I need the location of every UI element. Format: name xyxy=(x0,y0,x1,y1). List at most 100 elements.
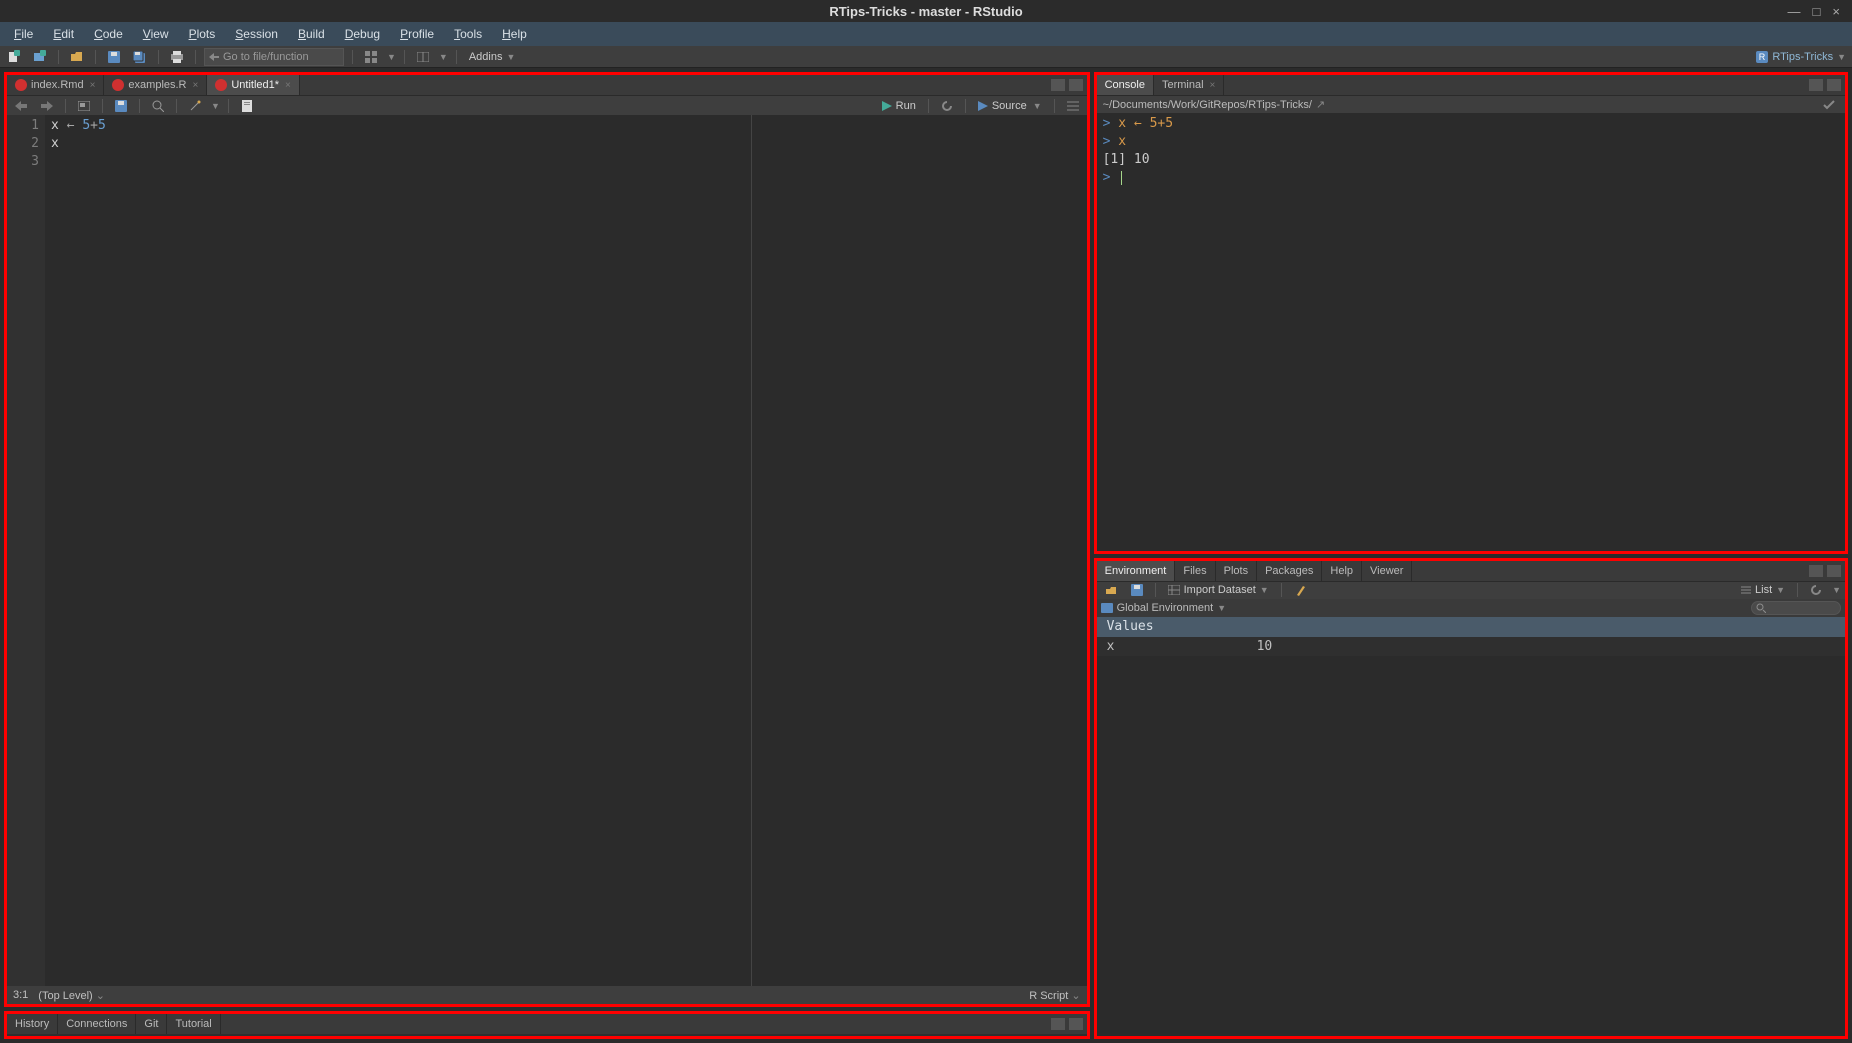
r-file-icon xyxy=(215,79,227,91)
environment-tabs: EnvironmentFilesPlotsPackagesHelpViewer xyxy=(1097,561,1845,581)
tab-viewer[interactable]: Viewer xyxy=(1362,561,1412,581)
panes-icon[interactable] xyxy=(413,48,433,66)
cursor-position: 3:1 xyxy=(13,989,28,1001)
close-tab-icon[interactable]: × xyxy=(285,80,291,91)
rerun-icon[interactable] xyxy=(937,97,957,115)
popout-icon[interactable]: ↗ xyxy=(1316,98,1325,111)
working-directory[interactable]: ~/Documents/Work/GitRepos/RTips-Tricks/ xyxy=(1103,99,1312,111)
separator xyxy=(404,50,405,64)
grid-icon[interactable] xyxy=(361,48,381,66)
clear-icon[interactable] xyxy=(1290,581,1310,599)
menu-session[interactable]: Session xyxy=(227,25,286,43)
menu-code[interactable]: Code xyxy=(86,25,131,43)
minimize-icon[interactable]: — xyxy=(1788,4,1801,19)
menu-build[interactable]: Build xyxy=(290,25,333,43)
load-icon[interactable] xyxy=(1101,581,1121,599)
tab-files[interactable]: Files xyxy=(1175,561,1215,581)
source-tab[interactable]: index.Rmd × xyxy=(7,75,104,95)
wand-icon[interactable] xyxy=(185,97,205,115)
arrow-icon xyxy=(209,52,219,62)
addins-menu[interactable]: Addins ▼ xyxy=(465,51,520,63)
close-tab-icon[interactable]: × xyxy=(90,80,96,91)
outline-icon[interactable] xyxy=(1063,97,1083,115)
menu-tools[interactable]: Tools xyxy=(446,25,490,43)
menu-file[interactable]: File xyxy=(6,25,41,43)
environment-list: x10 xyxy=(1097,637,1845,1037)
goto-file-search[interactable]: Go to file/function xyxy=(204,48,344,66)
project-icon: R xyxy=(1756,51,1768,63)
goto-placeholder: Go to file/function xyxy=(223,51,309,63)
source-toolbar: ▼ Run Source▼ xyxy=(7,95,1087,115)
print-icon[interactable] xyxy=(167,48,187,66)
show-in-new-window-icon[interactable] xyxy=(74,97,94,115)
maximize-pane-icon[interactable] xyxy=(1827,565,1841,577)
window-titlebar: RTips-Tricks - master - RStudio — □ × xyxy=(0,0,1852,22)
forward-icon[interactable] xyxy=(37,97,57,115)
separator xyxy=(158,50,159,64)
margin-line xyxy=(751,115,752,986)
environment-search[interactable] xyxy=(1751,601,1841,615)
back-icon[interactable] xyxy=(11,97,31,115)
new-project-icon[interactable] xyxy=(30,48,50,66)
separator xyxy=(456,50,457,64)
menu-help[interactable]: Help xyxy=(494,25,535,43)
source-tab[interactable]: Untitled1*× xyxy=(207,75,300,95)
scope-label[interactable]: (Top Level) ⌄ xyxy=(38,989,105,1002)
maximize-icon[interactable]: □ xyxy=(1813,4,1821,19)
environment-scope[interactable]: Global Environment ▼ xyxy=(1097,599,1845,617)
source-tab[interactable]: examples.R× xyxy=(104,75,207,95)
console[interactable]: > x ← 5+5> x[1] 10> xyxy=(1097,113,1845,551)
minimize-pane-icon[interactable] xyxy=(1809,79,1823,91)
list-view-button[interactable]: List▼ xyxy=(1737,584,1789,596)
console-tab-console[interactable]: Console xyxy=(1097,75,1154,95)
file-type-label[interactable]: R Script ⌄ xyxy=(1029,989,1080,1002)
tab-git[interactable]: Git xyxy=(136,1014,167,1034)
menu-profile[interactable]: Profile xyxy=(392,25,442,43)
save-icon[interactable] xyxy=(104,48,124,66)
maximize-pane-icon[interactable] xyxy=(1827,79,1841,91)
new-file-icon[interactable] xyxy=(4,48,24,66)
tab-environment[interactable]: Environment xyxy=(1097,561,1176,581)
close-icon[interactable]: × xyxy=(1832,4,1840,19)
import-dataset-button[interactable]: Import Dataset▼ xyxy=(1164,584,1273,596)
tab-history[interactable]: History xyxy=(7,1014,58,1034)
console-tab-terminal[interactable]: Terminal× xyxy=(1154,75,1224,95)
dropdown-icon[interactable]: ▼ xyxy=(387,52,396,62)
project-name[interactable]: RTips-Tricks xyxy=(1772,51,1833,63)
tab-packages[interactable]: Packages xyxy=(1257,561,1322,581)
run-button[interactable]: Run xyxy=(878,100,920,112)
tab-label: index.Rmd xyxy=(31,79,84,91)
tab-plots[interactable]: Plots xyxy=(1216,561,1257,581)
close-tab-icon[interactable]: × xyxy=(193,80,199,91)
find-icon[interactable] xyxy=(148,97,168,115)
menu-debug[interactable]: Debug xyxy=(337,25,388,43)
menu-plots[interactable]: Plots xyxy=(181,25,224,43)
save-icon[interactable] xyxy=(111,97,131,115)
dropdown-icon[interactable]: ▼ xyxy=(439,52,448,62)
separator xyxy=(95,50,96,64)
menu-view[interactable]: View xyxy=(135,25,177,43)
minimize-pane-icon[interactable] xyxy=(1809,565,1823,577)
clear-console-icon[interactable] xyxy=(1819,96,1839,114)
code-editor[interactable]: x ← 5+5x xyxy=(45,115,1087,986)
minimize-pane-icon[interactable] xyxy=(1051,1018,1065,1030)
tab-connections[interactable]: Connections xyxy=(58,1014,136,1034)
tab-help[interactable]: Help xyxy=(1322,561,1362,581)
bottom-tabs: HistoryConnectionsGitTutorial xyxy=(7,1014,1087,1034)
r-file-icon xyxy=(112,79,124,91)
source-button[interactable]: Source▼ xyxy=(974,100,1046,112)
tab-tutorial[interactable]: Tutorial xyxy=(167,1014,220,1034)
menu-edit[interactable]: Edit xyxy=(45,25,82,43)
env-row[interactable]: x10 xyxy=(1097,637,1845,656)
report-icon[interactable] xyxy=(237,97,257,115)
save-all-icon[interactable] xyxy=(130,48,150,66)
close-tab-icon[interactable]: × xyxy=(1210,80,1216,91)
minimize-pane-icon[interactable] xyxy=(1051,79,1065,91)
maximize-pane-icon[interactable] xyxy=(1069,1018,1083,1030)
console-pathbar: ~/Documents/Work/GitRepos/RTips-Tricks/ … xyxy=(1097,95,1845,113)
maximize-pane-icon[interactable] xyxy=(1069,79,1083,91)
dropdown-icon[interactable]: ▼ xyxy=(1837,52,1846,62)
refresh-icon[interactable] xyxy=(1806,581,1826,599)
save-icon[interactable] xyxy=(1127,581,1147,599)
open-file-icon[interactable] xyxy=(67,48,87,66)
